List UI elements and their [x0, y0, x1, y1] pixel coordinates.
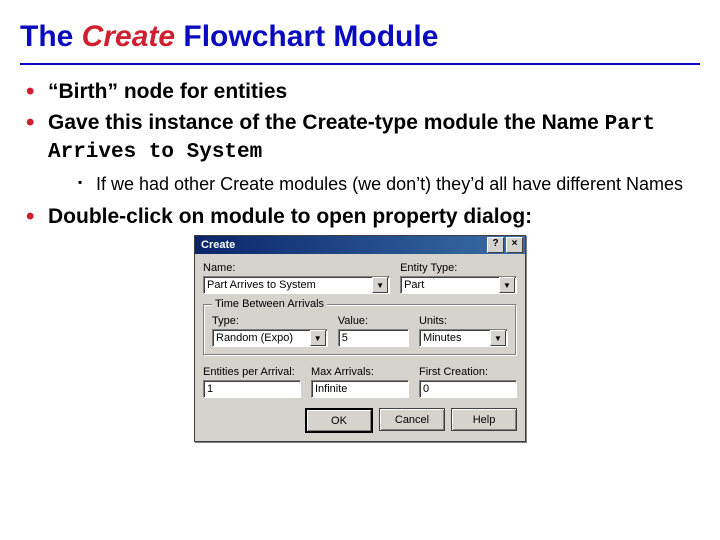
type-value: Random (Expo)	[216, 332, 293, 344]
entities-per-arrival-field[interactable]: 1	[203, 380, 301, 398]
title-divider	[20, 63, 700, 65]
chevron-down-icon[interactable]: ▼	[310, 330, 326, 346]
entity-type-field[interactable]: Part ▼	[400, 276, 517, 294]
max-arrivals-field[interactable]: Infinite	[311, 380, 409, 398]
dialog-titlebar[interactable]: Create ? ×	[195, 236, 525, 254]
label-entity-type: Entity Type:	[400, 262, 517, 274]
label-name: Name:	[203, 262, 390, 274]
sub-bullet-other-modules: If we had other Create modules (we don’t…	[78, 173, 700, 196]
cancel-button[interactable]: Cancel	[379, 408, 445, 431]
max-arrivals-value: Infinite	[315, 383, 347, 395]
name-field[interactable]: Part Arrives to System ▼	[203, 276, 390, 294]
sub-bullet-list: If we had other Create modules (we don’t…	[48, 173, 700, 196]
time-between-arrivals-group: Time Between Arrivals Type: Random (Expo…	[203, 304, 517, 356]
bullet-birth-node: “Birth” node for entities	[26, 79, 700, 105]
label-value: Value:	[338, 315, 409, 327]
type-field[interactable]: Random (Expo) ▼	[212, 329, 328, 347]
units-value: Minutes	[423, 332, 462, 344]
first-creation-value: 0	[423, 383, 429, 395]
bullet-list: “Birth” node for entities Gave this inst…	[20, 79, 700, 230]
entities-per-arrival-value: 1	[207, 383, 213, 395]
label-units: Units:	[419, 315, 508, 327]
title-emphasis: Create	[82, 20, 175, 53]
value-value: 5	[342, 332, 348, 344]
chevron-down-icon[interactable]: ▼	[372, 277, 388, 293]
dialog-title: Create	[201, 239, 485, 251]
create-dialog: Create ? × Name: Part Arrives to System …	[194, 235, 526, 442]
help-icon[interactable]: ?	[487, 237, 504, 253]
slide-title: The Create Flowchart Module	[20, 14, 700, 63]
chevron-down-icon[interactable]: ▼	[490, 330, 506, 346]
bullet-gave-name: Gave this instance of the Create-type mo…	[26, 110, 700, 196]
title-prefix: The	[20, 20, 82, 53]
label-max-arrivals: Max Arrivals:	[311, 366, 409, 378]
name-value: Part Arrives to System	[207, 279, 316, 291]
entity-type-value: Part	[404, 279, 424, 291]
group-title: Time Between Arrivals	[212, 298, 327, 310]
units-field[interactable]: Minutes ▼	[419, 329, 508, 347]
label-type: Type:	[212, 315, 328, 327]
ok-button[interactable]: OK	[305, 408, 373, 433]
label-entities-per-arrival: Entities per Arrival:	[203, 366, 301, 378]
help-button[interactable]: Help	[451, 408, 517, 431]
label-first-creation: First Creation:	[419, 366, 517, 378]
cancel-label: Cancel	[395, 414, 429, 426]
help-label: Help	[473, 414, 496, 426]
bullet-double-click: Double-click on module to open property …	[26, 204, 700, 230]
chevron-down-icon[interactable]: ▼	[499, 277, 515, 293]
first-creation-field[interactable]: 0	[419, 380, 517, 398]
close-icon[interactable]: ×	[506, 237, 523, 253]
title-suffix: Flowchart Module	[175, 20, 438, 53]
ok-label: OK	[331, 415, 347, 427]
value-field[interactable]: 5	[338, 329, 409, 347]
bullet-gave-name-text: Gave this instance of the Create-type mo…	[48, 111, 605, 134]
